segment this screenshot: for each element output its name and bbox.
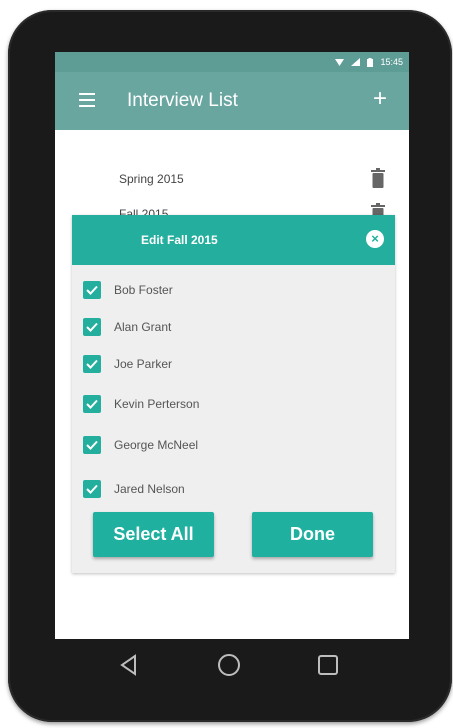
dialog-title: Edit Fall 2015 bbox=[141, 233, 218, 247]
checkbox-checked[interactable] bbox=[83, 318, 101, 336]
checkbox-checked[interactable] bbox=[83, 436, 101, 454]
status-bar: 15:45 bbox=[55, 52, 409, 72]
app-bar: Interview List + bbox=[55, 72, 409, 130]
phone-screen: 15:45 Interview List + Spring 2015 Fall … bbox=[55, 52, 409, 639]
checkbox-checked[interactable] bbox=[83, 395, 101, 413]
person-name: George McNeel bbox=[114, 438, 199, 452]
check-icon bbox=[86, 322, 98, 332]
home-circle-icon[interactable] bbox=[216, 652, 242, 678]
checkbox-checked[interactable] bbox=[83, 355, 101, 373]
check-icon bbox=[86, 399, 98, 409]
person-name: Kevin Perterson bbox=[114, 397, 200, 411]
dialog-header: Edit Fall 2015 × bbox=[72, 215, 395, 265]
interview-list-item[interactable]: Spring 2015 bbox=[55, 162, 409, 198]
person-name: Joe Parker bbox=[114, 357, 173, 371]
menu-line bbox=[79, 93, 95, 95]
battery-icon bbox=[367, 57, 374, 67]
recents-square-icon[interactable] bbox=[315, 652, 341, 678]
person-row[interactable]: Kevin Perterson bbox=[72, 392, 395, 418]
person-row[interactable]: Jared Nelson bbox=[72, 477, 395, 503]
check-icon bbox=[86, 359, 98, 369]
person-row[interactable]: Alan Grant bbox=[72, 315, 395, 341]
back-triangle-icon[interactable] bbox=[116, 652, 142, 678]
done-button[interactable]: Done bbox=[252, 512, 373, 557]
checkbox-checked[interactable] bbox=[83, 480, 101, 498]
status-time: 15:45 bbox=[380, 57, 403, 67]
wifi-icon bbox=[335, 59, 345, 66]
navigation-bar bbox=[55, 640, 409, 688]
interview-label: Spring 2015 bbox=[119, 172, 184, 186]
checkbox-checked[interactable] bbox=[83, 281, 101, 299]
check-icon bbox=[86, 440, 98, 450]
person-row[interactable]: Joe Parker bbox=[72, 352, 395, 378]
status-icons: 15:45 bbox=[335, 56, 403, 68]
person-name: Alan Grant bbox=[114, 320, 172, 334]
person-row[interactable]: Bob Foster bbox=[72, 278, 395, 304]
check-icon bbox=[86, 285, 98, 295]
menu-line bbox=[79, 105, 95, 107]
person-name: Bob Foster bbox=[114, 283, 173, 297]
close-icon[interactable]: × bbox=[366, 230, 384, 248]
person-name: Jared Nelson bbox=[114, 482, 185, 496]
signal-icon bbox=[351, 58, 361, 66]
check-icon bbox=[86, 484, 98, 494]
edit-dialog: Edit Fall 2015 × Bob Foster Alan Grant J… bbox=[72, 215, 395, 573]
trash-icon[interactable] bbox=[371, 168, 385, 188]
page-title: Interview List bbox=[127, 90, 238, 111]
menu-line bbox=[79, 99, 95, 101]
add-icon[interactable]: + bbox=[373, 86, 387, 112]
hamburger-menu-icon[interactable] bbox=[79, 93, 95, 107]
person-row[interactable]: George McNeel bbox=[72, 433, 395, 459]
select-all-button[interactable]: Select All bbox=[93, 512, 214, 557]
